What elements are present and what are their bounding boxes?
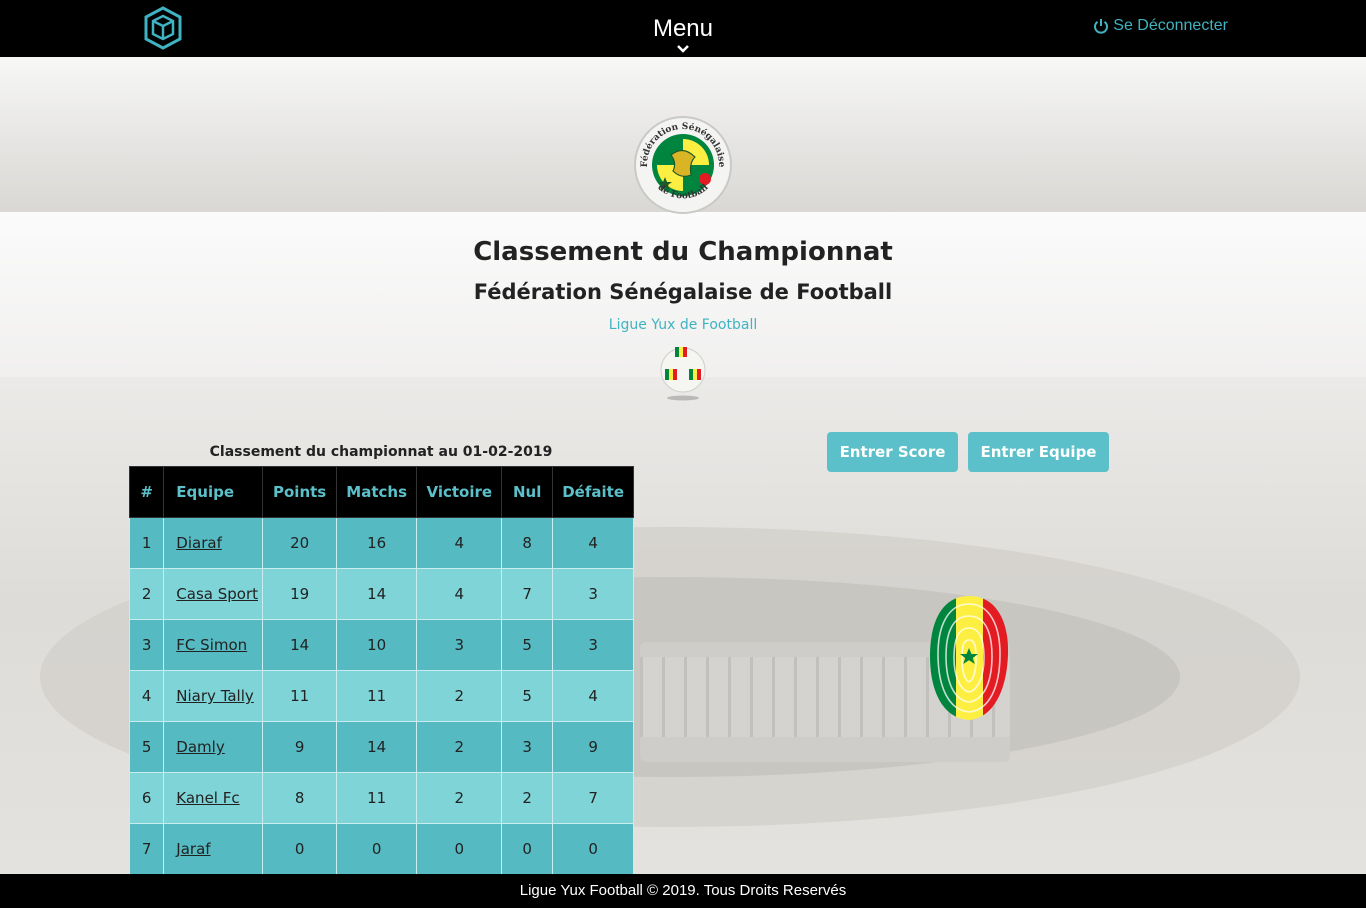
wins-cell: 2 bbox=[416, 670, 503, 722]
rank-cell: 5 bbox=[128, 721, 165, 773]
rank-cell: 1 bbox=[128, 517, 165, 569]
points-cell: 14 bbox=[262, 619, 337, 671]
table-row: 7 Jaraf 0 0 0 0 0 bbox=[128, 823, 634, 875]
draws-cell: 8 bbox=[501, 517, 554, 569]
rank-cell: 4 bbox=[128, 670, 165, 722]
enter-score-button[interactable]: Entrer Score bbox=[827, 432, 958, 472]
rank-cell: 3 bbox=[128, 619, 165, 671]
losses-cell: 0 bbox=[552, 823, 634, 875]
matches-cell: 11 bbox=[335, 670, 418, 722]
rank-cell: 2 bbox=[128, 568, 165, 620]
column-header-matches: Matchs bbox=[335, 466, 418, 518]
points-cell: 0 bbox=[262, 823, 337, 875]
points-cell: 11 bbox=[262, 670, 337, 722]
wins-cell: 4 bbox=[416, 517, 503, 569]
draws-cell: 7 bbox=[501, 568, 554, 620]
power-icon bbox=[1094, 19, 1109, 34]
team-link[interactable]: Kanel Fc bbox=[176, 789, 239, 807]
standings-table: # Equipe Points Matchs Victoire Nul Défa… bbox=[128, 466, 634, 875]
logout-link[interactable]: Se Déconnecter bbox=[1093, 17, 1228, 35]
senegal-fingerprint-icon bbox=[928, 594, 1010, 722]
wins-cell: 3 bbox=[416, 619, 503, 671]
draws-cell: 5 bbox=[501, 670, 554, 722]
matches-cell: 10 bbox=[335, 619, 418, 671]
points-cell: 9 bbox=[262, 721, 337, 773]
table-row: 2 Casa Sport 19 14 4 7 3 bbox=[128, 568, 634, 620]
logout-label: Se Déconnecter bbox=[1113, 17, 1228, 34]
points-cell: 20 bbox=[262, 517, 337, 569]
football-icon bbox=[659, 343, 707, 401]
enter-team-button[interactable]: Entrer Equipe bbox=[968, 432, 1109, 472]
draws-cell: 0 bbox=[501, 823, 554, 875]
team-link[interactable]: Diaraf bbox=[176, 534, 222, 552]
page-title: Classement du Championnat bbox=[473, 237, 893, 267]
app-logo-icon[interactable] bbox=[143, 6, 183, 50]
matches-cell: 0 bbox=[335, 823, 418, 875]
column-header-losses: Défaite bbox=[552, 466, 634, 518]
points-cell: 19 bbox=[262, 568, 337, 620]
top-navbar: Menu Se Déconnecter bbox=[0, 0, 1366, 57]
table-row: 6 Kanel Fc 8 11 2 2 7 bbox=[128, 772, 634, 824]
column-header-wins: Victoire bbox=[416, 466, 503, 518]
page-subtitle: Fédération Sénégalaise de Football bbox=[473, 280, 893, 304]
table-row: 4 Niary Tally 11 11 2 5 4 bbox=[128, 670, 634, 722]
menu-toggle[interactable]: Menu bbox=[633, 14, 733, 53]
points-cell: 8 bbox=[262, 772, 337, 824]
column-header-points: Points bbox=[262, 466, 337, 518]
column-header-draws: Nul bbox=[501, 466, 554, 518]
standings-caption: Classement du championnat au 01-02-2019 bbox=[209, 444, 553, 460]
footer-copyright: Ligue Yux Football © 2019. Tous Droits R… bbox=[519, 882, 847, 899]
table-row: 3 FC Simon 14 10 3 5 3 bbox=[128, 619, 634, 671]
column-header-team: Equipe bbox=[163, 466, 264, 518]
losses-cell: 3 bbox=[552, 619, 634, 671]
losses-cell: 4 bbox=[552, 517, 634, 569]
footer: Ligue Yux Football © 2019. Tous Droits R… bbox=[0, 874, 1366, 908]
losses-cell: 9 bbox=[552, 721, 634, 773]
federation-logo: Fédération Sénégalaise de Football bbox=[633, 115, 733, 215]
team-link[interactable]: Niary Tally bbox=[176, 687, 253, 705]
draws-cell: 3 bbox=[501, 721, 554, 773]
draws-cell: 2 bbox=[501, 772, 554, 824]
rank-cell: 6 bbox=[128, 772, 165, 824]
table-header-row: # Equipe Points Matchs Victoire Nul Défa… bbox=[128, 466, 634, 518]
matches-cell: 11 bbox=[335, 772, 418, 824]
wins-cell: 4 bbox=[416, 568, 503, 620]
chevron-down-icon bbox=[677, 45, 689, 53]
matches-cell: 16 bbox=[335, 517, 418, 569]
league-name: Ligue Yux de Football bbox=[608, 317, 758, 333]
menu-label: Menu bbox=[652, 15, 714, 42]
wins-cell: 0 bbox=[416, 823, 503, 875]
wins-cell: 2 bbox=[416, 772, 503, 824]
rank-cell: 7 bbox=[128, 823, 165, 875]
matches-cell: 14 bbox=[335, 721, 418, 773]
matches-cell: 14 bbox=[335, 568, 418, 620]
losses-cell: 3 bbox=[552, 568, 634, 620]
column-header-rank: # bbox=[128, 466, 165, 518]
losses-cell: 7 bbox=[552, 772, 634, 824]
wins-cell: 2 bbox=[416, 721, 503, 773]
team-link[interactable]: Damly bbox=[176, 738, 224, 756]
team-link[interactable]: FC Simon bbox=[176, 636, 247, 654]
team-link[interactable]: Casa Sport bbox=[176, 585, 258, 603]
table-row: 5 Damly 9 14 2 3 9 bbox=[128, 721, 634, 773]
table-row: 1 Diaraf 20 16 4 8 4 bbox=[128, 517, 634, 569]
losses-cell: 4 bbox=[552, 670, 634, 722]
draws-cell: 5 bbox=[501, 619, 554, 671]
team-link[interactable]: Jaraf bbox=[176, 840, 210, 858]
